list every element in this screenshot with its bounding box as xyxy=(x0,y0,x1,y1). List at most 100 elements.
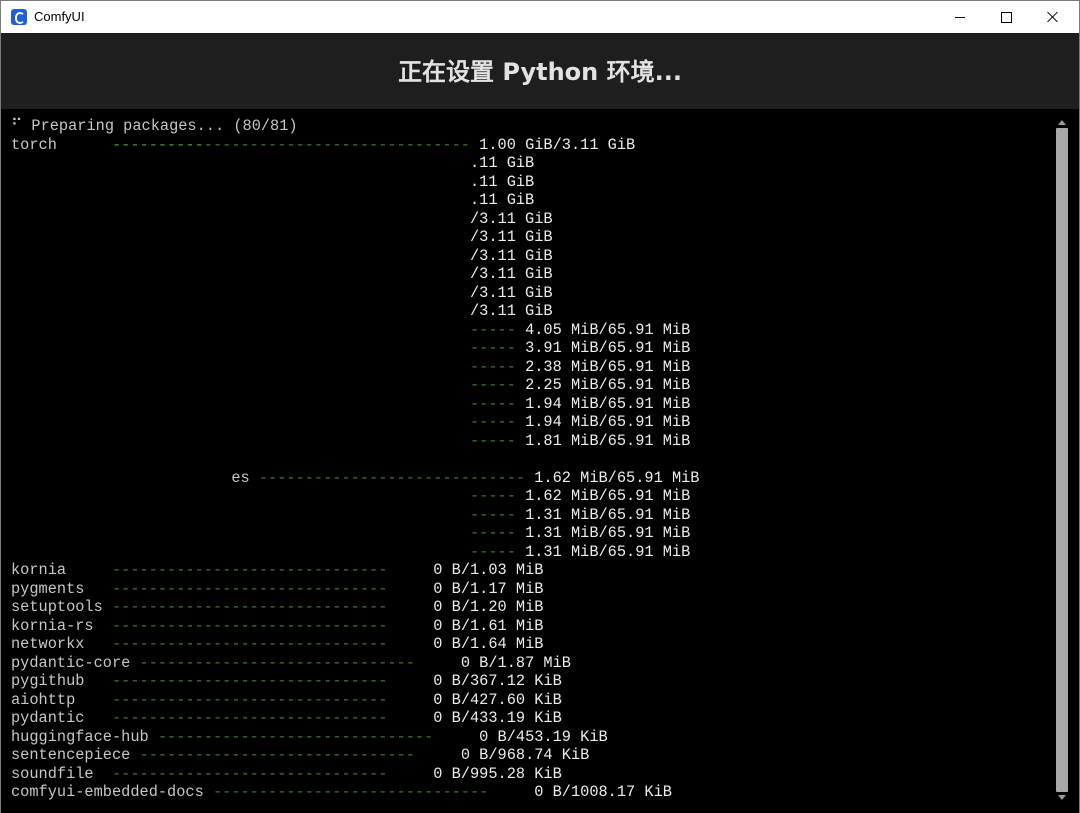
terminal-line: ----- 1.31 MiB/65.91 MiB xyxy=(11,524,699,543)
maximize-button[interactable] xyxy=(983,1,1029,33)
download-progress: 1.81 MiB/65.91 MiB xyxy=(525,431,691,450)
setup-header: 正在设置 Python 环境... xyxy=(1,33,1079,109)
progress-bar: ----- xyxy=(469,524,526,542)
terminal-line: pygments ------------------------------ … xyxy=(11,580,699,599)
progress-bar: ------------------------------ xyxy=(111,635,434,653)
window-title: ComfyUI xyxy=(34,9,85,24)
progress-bar: ----- xyxy=(469,431,526,450)
progress-bar: ----- xyxy=(469,505,526,524)
download-progress: 0 B/427.60 KiB xyxy=(433,690,562,709)
download-progress: 1.31 MiB/65.91 MiB xyxy=(525,524,691,542)
terminal-line: comfyui-embedded-docs ------------------… xyxy=(11,783,699,802)
terminal-line: es ----------------------------- 1.62 Mi… xyxy=(11,469,699,488)
close-button[interactable] xyxy=(1030,1,1076,33)
terminal-line: ----- 1.31 MiB/65.91 MiB xyxy=(11,543,699,562)
progress-bar: ----- xyxy=(469,339,526,357)
title-bar[interactable]: ComfyUI xyxy=(1,1,1079,33)
progress-bar: ------------------------------ xyxy=(111,561,434,579)
progress-bar: ----- xyxy=(469,357,526,376)
download-progress: /3.11 GiB xyxy=(469,228,553,246)
download-progress: /3.11 GiB xyxy=(469,283,553,302)
download-progress: 1.31 MiB/65.91 MiB xyxy=(525,542,691,561)
package-name: sentencepiece xyxy=(11,746,140,764)
progress-bar: ----------------------------- xyxy=(203,135,480,154)
package-name: networkx xyxy=(11,635,112,653)
terminal-line: ----- 2.38 MiB/65.91 MiB xyxy=(11,358,699,377)
progress-bar: ------------------------------ xyxy=(111,598,434,616)
terminal-line: ----- 1.81 MiB/65.91 MiB xyxy=(11,432,699,451)
progress-bar: ----- xyxy=(469,542,526,561)
terminal-line: /3.11 GiB xyxy=(11,302,699,321)
download-progress: 1.00 GiB/3.11 GiB xyxy=(479,135,636,154)
progress-bar: ----- xyxy=(469,487,526,505)
download-progress: .11 GiB xyxy=(469,154,535,172)
download-progress: 0 B/1008.17 KiB xyxy=(534,783,672,801)
download-progress: 1.62 MiB/65.91 MiB xyxy=(525,487,691,505)
terminal-line: ----- 1.94 MiB/65.91 MiB xyxy=(11,395,699,414)
download-progress: 2.38 MiB/65.91 MiB xyxy=(525,357,691,376)
terminal-line: sentencepiece --------------------------… xyxy=(11,746,699,765)
download-progress: 0 B/995.28 KiB xyxy=(433,764,562,783)
terminal-line: /3.11 GiB xyxy=(11,210,699,229)
download-progress: 4.05 MiB/65.91 MiB xyxy=(525,320,691,339)
progress-bar: ----- xyxy=(469,320,526,339)
download-progress: 0 B/433.19 KiB xyxy=(433,709,562,727)
progress-bar: ------------------------------ xyxy=(111,764,434,783)
scroll-up-arrow-icon[interactable] xyxy=(1058,120,1066,125)
download-progress: 0 B/968.74 KiB xyxy=(460,746,590,764)
terminal-line: pydantic ------------------------------ … xyxy=(11,709,699,728)
package-name: setuptools xyxy=(11,598,112,616)
download-progress: /3.11 GiB xyxy=(469,209,553,228)
download-progress: 0 B/367.12 KiB xyxy=(433,672,562,690)
scroll-down-arrow-icon[interactable] xyxy=(1058,795,1066,800)
progress-bar: ------------------------------ xyxy=(111,579,434,598)
comfyui-logo-icon xyxy=(11,9,27,25)
progress-bar: ------------------------------ xyxy=(111,709,434,727)
package-name: es xyxy=(231,468,259,487)
terminal-line: ⠋ Preparing packages... (80/81) xyxy=(11,117,699,136)
progress-bar: ------------------------------ xyxy=(139,746,461,764)
comfyui-window: ComfyUI 正在设置 Python 环境... ⠋ Preparing pa… xyxy=(0,0,1080,813)
package-name: comfyui-embedded-docs xyxy=(11,783,213,801)
progress-bar: ------------------------------ xyxy=(157,727,480,746)
download-progress: 0 B/1.64 MiB xyxy=(433,635,544,653)
terminal-line: networkx ------------------------------ … xyxy=(11,635,699,654)
terminal-line: ----- 3.91 MiB/65.91 MiB xyxy=(11,339,699,358)
package-name: pydantic xyxy=(11,709,112,727)
progress-bar: ------------------------------ xyxy=(212,783,535,801)
download-progress: 2.25 MiB/65.91 MiB xyxy=(525,376,691,394)
terminal-scrollbar[interactable] xyxy=(1054,118,1070,802)
terminal-line: ----- 4.05 MiB/65.91 MiB xyxy=(11,321,699,340)
terminal-output[interactable]: ⠋ Preparing packages... (80/81) torch ---… xyxy=(1,109,1079,813)
terminal-line: huggingface-hub ------------------------… xyxy=(11,728,699,747)
package-name: kornia xyxy=(11,561,112,579)
terminal-line: .11 GiB xyxy=(11,173,699,192)
minimize-button[interactable] xyxy=(937,1,983,33)
download-progress: 1.94 MiB/65.91 MiB xyxy=(525,394,691,413)
progress-bar: ------------------------------ xyxy=(139,653,461,672)
download-progress: /3.11 GiB xyxy=(469,265,553,283)
setup-status-title: 正在设置 Python 环境... xyxy=(398,58,682,86)
package-name: pygments xyxy=(11,579,112,598)
download-progress: 0 B/1.03 MiB xyxy=(433,561,544,579)
package-name: soundfile xyxy=(11,764,112,783)
download-progress: /3.11 GiB xyxy=(469,246,553,265)
package-name: aiohttp xyxy=(11,690,112,709)
scrollbar-thumb[interactable] xyxy=(1056,128,1068,792)
status-text: ⠋ Preparing packages... (80/81) xyxy=(11,117,298,135)
terminal-line: aiohttp ------------------------------ 0… xyxy=(11,691,699,710)
close-icon xyxy=(1047,11,1059,23)
